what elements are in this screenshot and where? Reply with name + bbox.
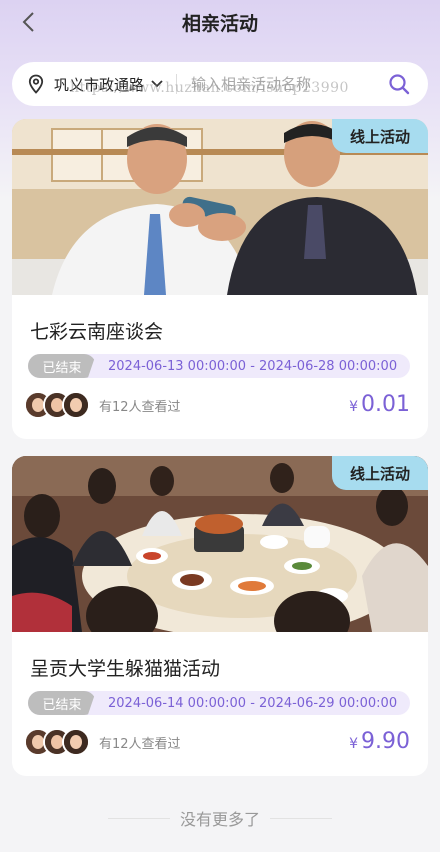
price-value: 0.01 [361, 392, 410, 417]
activity-time-range: 2024-06-13 00:00:00 - 2024-06-28 00:00:0… [108, 358, 398, 374]
viewers-info: 有12人查看过 [24, 728, 181, 756]
status-badge: 已结束 [28, 354, 96, 378]
activity-time-row: 已结束 2024-06-13 00:00:00 - 2024-06-28 00:… [28, 354, 410, 378]
activity-type-badge: 线上活动 [331, 456, 428, 490]
viewer-count: 有12人查看过 [99, 736, 181, 752]
activity-time-range: 2024-06-14 00:00:00 - 2024-06-29 00:00:0… [108, 695, 398, 711]
currency-symbol: ¥ [349, 399, 359, 415]
status-badge: 已结束 [28, 691, 96, 715]
viewer-avatars [24, 391, 90, 419]
footer-divider-right [270, 817, 332, 819]
activity-time-row: 已结束 2024-06-14 00:00:00 - 2024-06-29 00:… [28, 691, 410, 715]
currency-symbol: ¥ [349, 736, 359, 752]
page-title: 相亲活动 [181, 13, 258, 35]
activity-price: ¥ 0.01 [349, 392, 410, 417]
price-value: 9.90 [361, 729, 410, 754]
activity-card[interactable]: 线上活动 呈贡大学生躲猫猫活动 已结束 2024-06-14 00:00:00 … [12, 456, 428, 776]
chevron-down-icon[interactable] [150, 77, 164, 91]
search-icon[interactable] [388, 73, 410, 95]
location-selector[interactable]: 巩义市政通路 [54, 74, 144, 95]
footer-divider-left [107, 817, 170, 819]
avatar [62, 391, 90, 419]
avatar [62, 728, 90, 756]
activity-photo: 线上活动 [12, 119, 428, 295]
activity-card[interactable]: 线上活动 七彩云南座谈会 已结束 2024-06-13 00:00:00 - 2… [12, 119, 428, 439]
viewer-count: 有12人查看过 [99, 399, 181, 415]
activity-price: ¥ 9.90 [349, 729, 410, 754]
no-more-text: 没有更多了 [179, 810, 260, 829]
location-pin-icon[interactable] [26, 74, 46, 94]
viewer-avatars [24, 728, 90, 756]
activity-title: 呈贡大学生躲猫猫活动 [30, 658, 221, 680]
search-divider [176, 74, 178, 94]
activity-photo: 线上活动 [12, 456, 428, 632]
list-end-indicator: 没有更多了 [0, 806, 440, 830]
activity-type-badge: 线上活动 [331, 119, 428, 153]
viewers-info: 有12人查看过 [24, 391, 181, 419]
activity-title: 七彩云南座谈会 [30, 321, 164, 343]
search-bar: 巩义市政通路 [12, 62, 428, 106]
search-input[interactable] [191, 75, 352, 93]
navbar: 相亲活动 [0, 0, 440, 44]
